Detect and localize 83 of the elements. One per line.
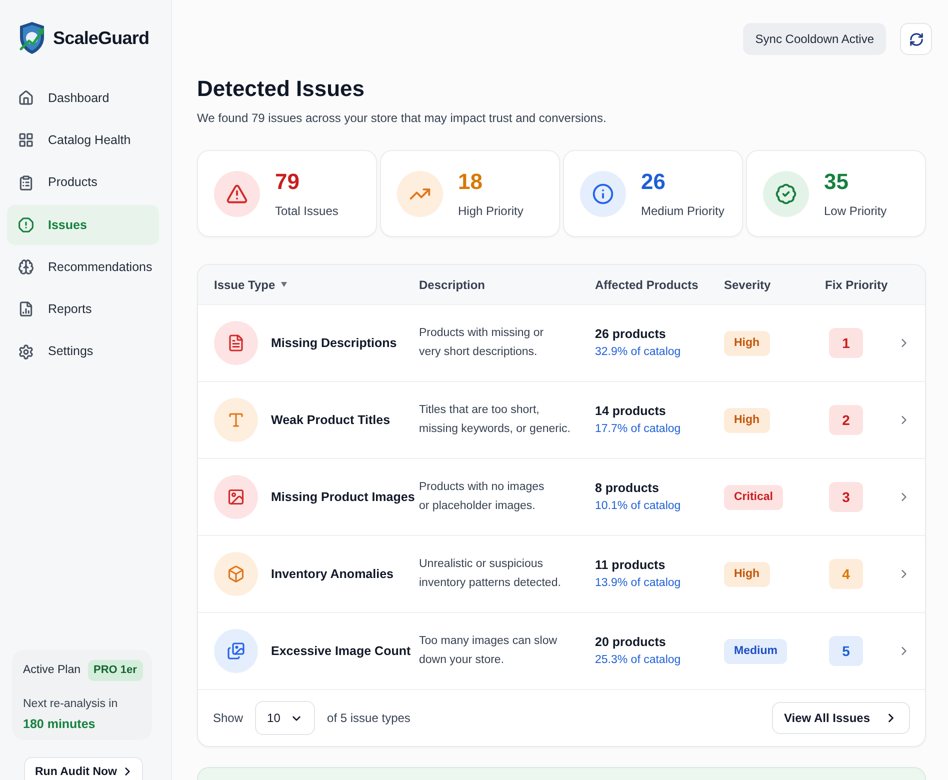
affected-count: 20 products bbox=[595, 634, 666, 651]
nav-item[interactable]: Dashboard bbox=[7, 78, 159, 118]
priority-badge: 1 bbox=[829, 328, 863, 358]
home-icon bbox=[18, 90, 34, 106]
issue-description: Too many images can slow down your store. bbox=[419, 634, 558, 668]
stat-label: High Priority bbox=[458, 202, 524, 218]
issue-name: Excessive Image Count bbox=[271, 642, 411, 660]
brand-name: ScaleGuard bbox=[53, 27, 150, 49]
issue-name: Missing Descriptions bbox=[271, 334, 397, 352]
priority-badge: 4 bbox=[829, 559, 863, 589]
column-header: Issue Type bbox=[214, 276, 276, 294]
clipboard-icon bbox=[18, 174, 34, 191]
nav-item[interactable]: Reports bbox=[7, 289, 159, 330]
box-icon bbox=[214, 552, 258, 596]
check-badge-icon bbox=[763, 170, 809, 216]
stat-value: 18 bbox=[458, 168, 484, 194]
plan-badge: PRO 1er bbox=[88, 660, 143, 681]
document-icon bbox=[214, 321, 258, 365]
issue-name: Missing Product Images bbox=[271, 488, 415, 506]
catalog-share: 32.9% of catalog bbox=[595, 345, 681, 360]
issue-description: Products with missing or very short descriptions. bbox=[419, 326, 544, 360]
report-icon bbox=[18, 301, 34, 318]
affected-count: 11 products bbox=[595, 557, 666, 574]
page-size-select[interactable]: 10 bbox=[255, 701, 316, 735]
alert-icon bbox=[18, 216, 34, 233]
stat-label: Total Issues bbox=[275, 202, 338, 218]
images-icon bbox=[214, 629, 258, 673]
plan-label: Active Plan bbox=[23, 662, 81, 678]
refresh-button[interactable] bbox=[900, 23, 932, 55]
severity-badge: Critical bbox=[724, 485, 783, 510]
show-label: Show bbox=[213, 710, 244, 727]
info-icon bbox=[580, 170, 626, 216]
nav-item[interactable]: Settings bbox=[7, 332, 159, 372]
stat-value: 26 bbox=[641, 168, 666, 194]
stat-label: Low Priority bbox=[824, 202, 887, 218]
refresh-icon bbox=[908, 32, 924, 46]
trend-up-icon bbox=[397, 170, 443, 216]
stat-value: 35 bbox=[824, 168, 850, 194]
severity-badge: Medium bbox=[724, 639, 788, 664]
settings-icon bbox=[18, 344, 34, 360]
shield-logo-icon bbox=[18, 21, 46, 55]
nav-item[interactable]: Products bbox=[7, 162, 159, 203]
priority-badge: 3 bbox=[829, 482, 863, 512]
issue-description: Products with no images or placeholder images. bbox=[419, 480, 544, 514]
severity-badge: High bbox=[724, 331, 770, 356]
severity-badge: High bbox=[724, 408, 770, 434]
nav-item[interactable]: Issues bbox=[7, 204, 159, 245]
reanalysis-time: 180 minutes bbox=[23, 716, 96, 732]
column-header: Fix Priority bbox=[825, 276, 888, 294]
image-icon bbox=[214, 475, 258, 519]
priority-badge: 2 bbox=[829, 405, 863, 435]
brain-icon bbox=[18, 259, 34, 276]
sort-icon[interactable] bbox=[281, 282, 288, 287]
grid-icon bbox=[18, 132, 34, 148]
catalog-share: 25.3% of catalog bbox=[595, 653, 681, 668]
page-title: Detected Issues bbox=[197, 76, 365, 102]
view-all-button[interactable]: View All Issues bbox=[772, 702, 910, 734]
run-audit-button[interactable]: Run Audit Now bbox=[24, 757, 143, 780]
page-subtitle: We found 79 issues across your store that may impact trust and conversions. bbox=[197, 110, 606, 126]
reanalysis-label: Next re-analysis in bbox=[23, 697, 119, 712]
catalog-share: 10.1% of catalog bbox=[595, 499, 681, 514]
affected-count: 26 products bbox=[595, 326, 666, 343]
nav-item[interactable]: Recommendations bbox=[7, 247, 159, 288]
affected-count: 8 products bbox=[595, 480, 659, 497]
warning-icon bbox=[214, 170, 260, 216]
issue-name: Inventory Anomalies bbox=[271, 566, 394, 583]
stat-value: 79 bbox=[275, 168, 300, 194]
column-header: Affected Products bbox=[595, 276, 698, 294]
catalog-share: 17.7% of catalog bbox=[595, 422, 681, 437]
severity-badge: High bbox=[724, 562, 770, 588]
issue-description: Unrealistic or suspicious inventory patterns detected. bbox=[419, 557, 561, 591]
sync-button[interactable]: Sync Cooldown Active bbox=[743, 23, 886, 55]
column-header: Severity bbox=[724, 276, 771, 294]
result-count: of 5 issue types bbox=[327, 710, 410, 727]
priority-badge: 5 bbox=[829, 636, 863, 666]
stat-label: Medium Priority bbox=[641, 202, 724, 218]
affected-count: 14 products bbox=[595, 403, 666, 420]
column-header: Description bbox=[419, 276, 486, 294]
catalog-share: 13.9% of catalog bbox=[595, 576, 681, 591]
issue-name: Weak Product Titles bbox=[271, 412, 390, 429]
text-icon bbox=[214, 398, 258, 442]
nav-item[interactable]: Catalog Health bbox=[7, 120, 159, 160]
issue-description: Titles that are too short, missing keywords, or generic. bbox=[419, 403, 570, 437]
